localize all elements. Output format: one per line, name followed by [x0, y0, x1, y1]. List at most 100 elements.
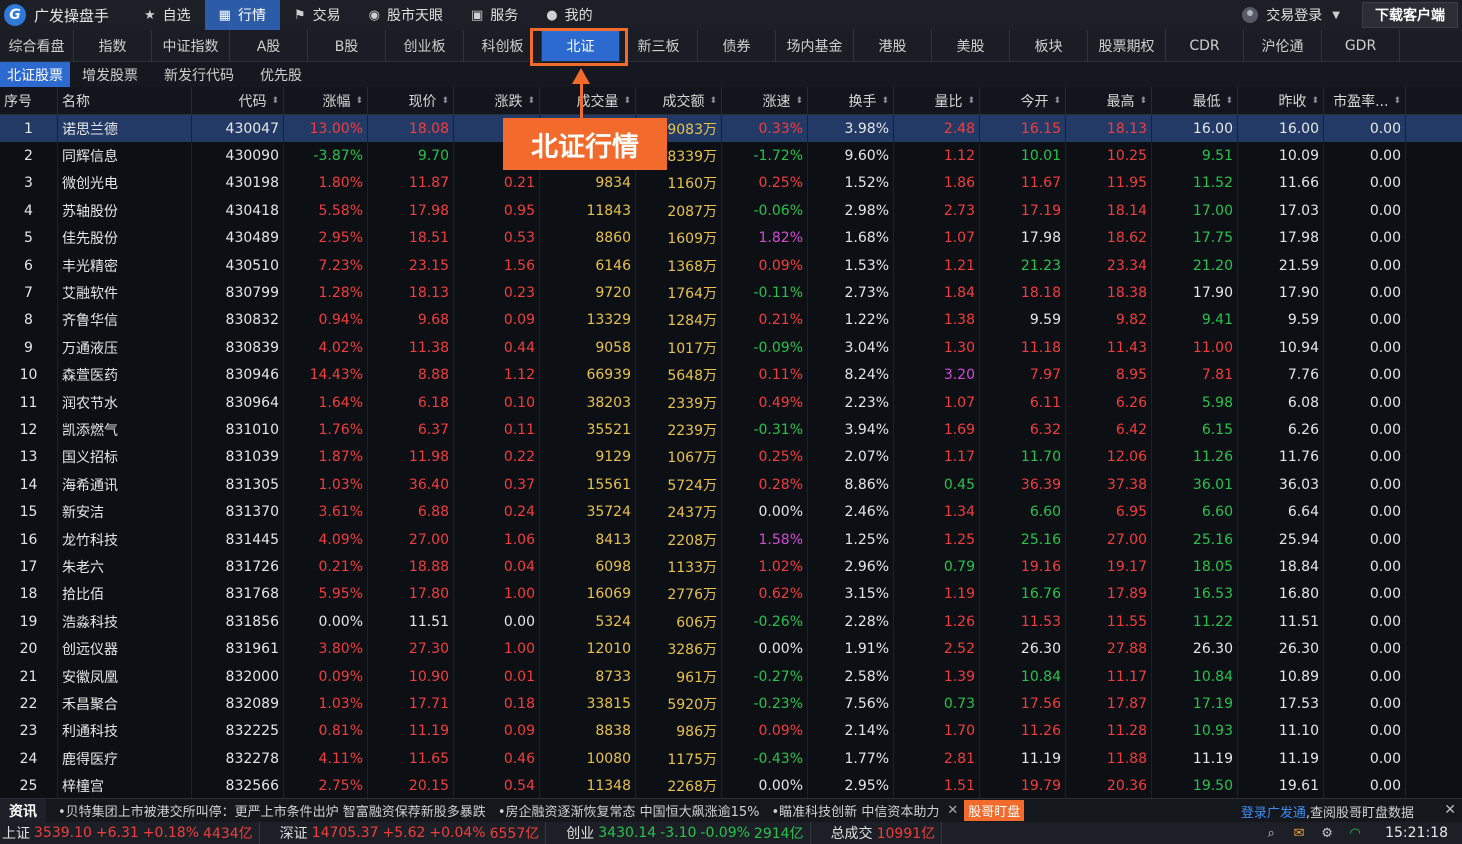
market-tab-9[interactable]: 债券 — [698, 30, 776, 61]
market-tab-10[interactable]: 场内基金 — [776, 30, 854, 61]
sub-tab-2[interactable]: 新发行代码 — [157, 62, 241, 87]
column-header-6[interactable]: 成交量 ⬍ — [540, 87, 636, 115]
sort-icon[interactable]: ⬍ — [881, 96, 889, 106]
sort-icon[interactable]: ⬍ — [623, 96, 631, 106]
nav-item-4[interactable]: ▣ 服务 — [457, 0, 532, 30]
table-row[interactable]: 20 创远仪器 831961 3.80% 27.30 1.00 12010 3286万 0.00… — [0, 635, 1462, 663]
column-header-2[interactable]: 代码 ⬍ — [192, 87, 284, 115]
nav-item-1[interactable]: ▦ 行情 — [204, 0, 280, 30]
market-tab-7[interactable]: 北证 — [542, 30, 620, 61]
table-row[interactable]: 2 同辉信息 430090 -3.87% 9.70 8339万 -1.72% 9.60% 1.1… — [0, 142, 1462, 170]
table-row[interactable]: 13 国义招标 831039 1.87% 11.98 0.22 9129 1067万 0.25%… — [0, 443, 1462, 472]
close-news-icon[interactable]: ✕ — [1444, 802, 1456, 818]
sort-icon[interactable]: ⬍ — [527, 96, 535, 106]
table-row[interactable]: 19 浩淼科技 831856 0.00% 11.51 0.00 5324 606万 -0.26%… — [0, 608, 1462, 636]
table-row[interactable]: 4 苏轴股份 430418 5.58% 17.98 0.95 11843 2087万 -0.06… — [0, 197, 1462, 225]
sort-icon[interactable]: ⬍ — [271, 96, 279, 106]
column-header-5[interactable]: 涨跌 ⬍ — [454, 87, 540, 115]
trade-login-button[interactable]: 交易登录 ▼ — [1230, 0, 1352, 30]
market-tab-3[interactable]: A股 — [230, 30, 308, 61]
market-tab-13[interactable]: 板块 — [1010, 30, 1088, 61]
column-header-1[interactable]: 名称 — [58, 87, 192, 115]
market-tab-5[interactable]: 创业板 — [386, 30, 464, 61]
sort-icon[interactable]: ⬍ — [1139, 96, 1147, 106]
table-row[interactable]: 16 龙竹科技 831445 4.09% 27.00 1.06 8413 2208万 1.58%… — [0, 525, 1462, 554]
news-item[interactable]: •贝特集团上市被港交所叫停：更严上市条件出炉 智富融资保荐新股多暴跌 — [58, 801, 486, 820]
column-header-9[interactable]: 换手 ⬍ — [808, 87, 894, 115]
nav-item-2[interactable]: ⚑ 交易 — [280, 0, 355, 30]
news-item[interactable]: •房企融资逐渐恢复常态 中国恒大飙涨逾15% — [498, 801, 760, 820]
market-tab-2[interactable]: 中证指数 — [152, 30, 230, 61]
table-row[interactable]: 11 润农节水 830964 1.64% 6.18 0.10 38203 2339万 0.49%… — [0, 388, 1462, 417]
index-item[interactable]: 上证 3539.10 +6.31 +0.18% 4434亿 — [0, 822, 260, 844]
market-tab-17[interactable]: GDR — [1322, 30, 1400, 61]
market-tab-1[interactable]: 指数 — [74, 30, 152, 61]
column-header-4[interactable]: 现价 ⬍ — [368, 87, 454, 115]
sort-icon[interactable]: ⬍ — [967, 96, 975, 106]
table-row[interactable]: 7 艾融软件 830799 1.28% 18.13 0.23 9720 1764万 -0.11%… — [0, 279, 1462, 307]
market-tab-12[interactable]: 美股 — [932, 30, 1010, 61]
market-tab-4[interactable]: B股 — [308, 30, 386, 61]
column-header-0[interactable]: 序号 — [0, 87, 58, 115]
market-tab-11[interactable]: 港股 — [854, 30, 932, 61]
market-tab-15[interactable]: CDR — [1166, 30, 1244, 61]
sub-tab-3[interactable]: 优先股 — [253, 62, 309, 87]
table-row[interactable]: 12 凯添燃气 831010 1.76% 6.37 0.11 35521 2239万 -0.31… — [0, 416, 1462, 444]
sort-icon[interactable]: ⬍ — [795, 96, 803, 106]
sort-icon[interactable]: ⬍ — [1053, 96, 1061, 106]
column-header-13[interactable]: 最低 ⬍ — [1152, 87, 1238, 115]
login-link[interactable]: 登录广发通 — [1241, 806, 1306, 821]
column-header-3[interactable]: 涨幅 ⬍ — [284, 87, 368, 115]
market-tab-8[interactable]: 新三板 — [620, 30, 698, 61]
table-row[interactable]: 17 朱老六 831726 0.21% 18.88 0.04 6098 1133万 1.02% 2… — [0, 553, 1462, 581]
news-item[interactable]: •瞄准科技创新 中信资本助力 — [772, 801, 940, 820]
column-header-7[interactable]: 成交额 ⬍ — [636, 87, 722, 115]
index-item[interactable]: 深证 14705.37 +5.62 +0.04% 6557亿 — [278, 822, 547, 844]
nav-item-3[interactable]: ◉ 股市天眼 — [355, 0, 457, 30]
column-header-12[interactable]: 最高 ⬍ — [1066, 87, 1152, 115]
sort-icon[interactable]: ⬍ — [709, 96, 717, 106]
table-row[interactable]: 21 安徽凤凰 832000 0.09% 10.90 0.01 8733 961万 -0.27%… — [0, 662, 1462, 691]
sub-tab-0[interactable]: 北证股票 — [0, 62, 70, 87]
table-row[interactable]: 25 梓橦宫 832566 2.75% 20.15 0.54 11348 2268万 0.00%… — [0, 772, 1462, 798]
table-row[interactable]: 22 禾昌聚合 832089 1.03% 17.71 0.18 33815 5920万 -0.2… — [0, 690, 1462, 718]
column-header-8[interactable]: 涨速 ⬍ — [722, 87, 808, 115]
sort-icon[interactable]: ⬍ — [355, 96, 363, 106]
column-header-10[interactable]: 量比 ⬍ — [894, 87, 980, 115]
index-item[interactable]: 创业 3430.14 -3.10 -0.09% 2914亿 — [564, 822, 811, 844]
table-row[interactable]: 3 微创光电 430198 1.80% 11.87 0.21 9834 1160万 0.25% 1… — [0, 169, 1462, 198]
market-tab-16[interactable]: 沪伦通 — [1244, 30, 1322, 61]
table-row[interactable]: 14 海希通讯 831305 1.03% 36.40 0.37 15561 5724万 0.28… — [0, 471, 1462, 499]
table-row[interactable]: 5 佳先股份 430489 2.95% 18.51 0.53 8860 1609万 1.82% 1… — [0, 224, 1462, 252]
market-tab-6[interactable]: 科创板 — [464, 30, 542, 61]
table-row[interactable]: 18 拾比佰 831768 5.95% 17.80 1.00 16069 2776万 0.62%… — [0, 580, 1462, 609]
download-client-button[interactable]: 下载客户端 — [1362, 2, 1458, 28]
table-row[interactable]: 10 森萱医药 830946 14.43% 8.88 1.12 66939 5648万 0.11… — [0, 361, 1462, 389]
column-header-14[interactable]: 昨收 ⬍ — [1238, 87, 1324, 115]
table-row[interactable]: 6 丰光精密 430510 7.23% 23.15 1.56 6146 1368万 0.09% 1… — [0, 251, 1462, 280]
mail-icon[interactable]: ✉ — [1285, 822, 1313, 844]
nav-item-5[interactable]: ● 我的 — [532, 0, 606, 30]
sort-icon[interactable]: ⬍ — [1393, 96, 1401, 106]
brand[interactable]: G 广发操盘手 — [0, 0, 130, 30]
table-row[interactable]: 24 鹿得医疗 832278 4.11% 11.65 0.46 10080 1175万 -0.4… — [0, 744, 1462, 773]
sort-icon[interactable]: ⬍ — [1225, 96, 1233, 106]
table-row[interactable]: 8 齐鲁华信 830832 0.94% 9.68 0.09 13329 1284万 0.21% 1… — [0, 306, 1462, 335]
table-row[interactable]: 1诺思兰德43004713.00%18.082.089083万0.33%3.98… — [0, 115, 1462, 143]
sort-icon[interactable]: ⬍ — [441, 96, 449, 106]
column-header-15[interactable]: 市盈率... ⬍ — [1324, 87, 1406, 115]
close-icon[interactable]: ✕ — [947, 803, 958, 818]
table-row[interactable]: 9 万通液压 830839 4.02% 11.38 0.44 9058 1017万 -0.09%… — [0, 334, 1462, 362]
gg-watch-badge[interactable]: 股哥盯盘 — [964, 800, 1025, 821]
sort-icon[interactable]: ⬍ — [1311, 96, 1319, 106]
table-row[interactable]: 23 利通科技 832225 0.81% 11.19 0.09 8838 986万 0.09% 2… — [0, 717, 1462, 745]
market-tab-0[interactable]: 综合看盘 — [0, 30, 74, 61]
nav-item-0[interactable]: ★ 自选 — [130, 0, 205, 30]
search-icon[interactable]: ⌕ — [1257, 822, 1285, 844]
column-header-11[interactable]: 今开 ⬍ — [980, 87, 1066, 115]
sub-tab-1[interactable]: 增发股票 — [75, 62, 145, 87]
gear-icon[interactable]: ⚙ — [1313, 822, 1341, 844]
market-tab-14[interactable]: 股票期权 — [1088, 30, 1166, 61]
table-row[interactable]: 15 新安洁 831370 3.61% 6.88 0.24 35724 2437万 0.00% 2… — [0, 498, 1462, 526]
news-label[interactable]: 资讯 — [0, 798, 46, 823]
